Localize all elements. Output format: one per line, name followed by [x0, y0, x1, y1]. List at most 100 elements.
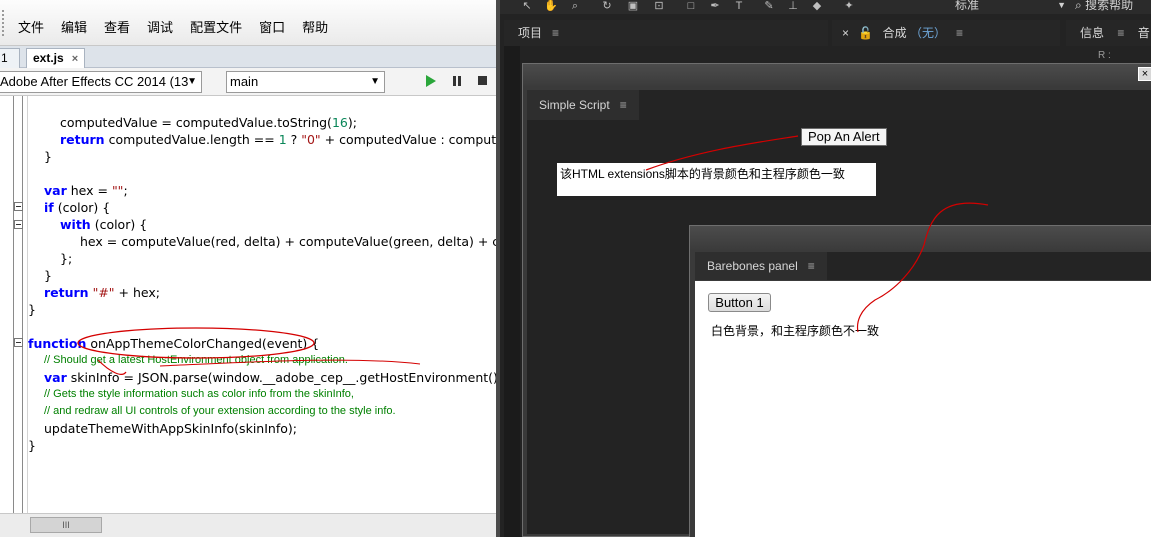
panel-menu-icon[interactable]: ≡: [956, 26, 963, 40]
code-text: return "#" + hex;: [44, 285, 160, 300]
window-titlebar[interactable]: [690, 226, 1151, 250]
menu-file[interactable]: 文件: [18, 17, 44, 36]
target-app-select[interactable]: Adobe After Effects CC 2014 (13 ▼: [0, 71, 202, 93]
code-text: };: [60, 251, 73, 266]
pause-icon[interactable]: [450, 74, 464, 88]
search-help[interactable]: ⌕ 搜索帮助: [1075, 0, 1151, 14]
code-line: }: [28, 437, 36, 454]
ae-panel-headers: 项目 ≡ × 🔓 合成 （无） ≡ 信息 ≡ 音: [500, 20, 1151, 46]
document-tab-bar: 1 ext.js ×: [0, 46, 496, 68]
panel-menu-icon[interactable]: ≡: [620, 98, 627, 112]
scrollbar-thumb[interactable]: III: [30, 517, 102, 533]
fold-line: [13, 96, 23, 517]
horizontal-scrollbar[interactable]: III: [0, 513, 496, 537]
clone-stamp-tool-icon[interactable]: ⊥: [786, 0, 800, 12]
menu-profile[interactable]: 配置文件: [190, 17, 242, 36]
menu-window[interactable]: 窗口: [259, 17, 285, 36]
lock-icon[interactable]: 🔓: [858, 26, 873, 40]
close-icon[interactable]: ×: [1138, 67, 1151, 81]
button-1[interactable]: Button 1: [708, 293, 771, 312]
fold-toggle-icon[interactable]: [14, 220, 23, 229]
toolbar-grip[interactable]: [2, 10, 6, 36]
pan-behind-tool-icon[interactable]: ⊡: [652, 0, 666, 12]
code-text: var skinInfo = JSON.parse(window.__adobe…: [44, 370, 496, 385]
code-line: var hex = "";: [44, 182, 128, 199]
tab-untitled[interactable]: 1: [0, 48, 20, 68]
collapsed-panel-strip: [504, 46, 520, 537]
code-text: return computedValue.length == 1 ? "0" +…: [60, 132, 496, 147]
menu-help[interactable]: 帮助: [302, 17, 328, 36]
panel-menu-icon[interactable]: ≡: [808, 259, 815, 273]
simple-script-tab-bar: Simple Script ≡: [527, 90, 1151, 120]
code-text: // and redraw all UI controls of your ex…: [44, 405, 396, 417]
panel-menu-icon[interactable]: ≡: [552, 26, 559, 40]
menu-debug[interactable]: 调试: [147, 17, 173, 36]
code-text: }: [28, 302, 36, 317]
tab-barebones-panel[interactable]: Barebones panel ≡: [695, 252, 827, 280]
code-text: }: [44, 149, 52, 164]
audio-tab-label[interactable]: 音: [1138, 26, 1150, 40]
tab-info[interactable]: 信息 ≡ 音: [1066, 20, 1151, 46]
close-icon[interactable]: ×: [72, 53, 78, 65]
code-line: function onAppThemeColorChanged(event) {: [28, 335, 319, 352]
fold-toggle-icon[interactable]: [14, 202, 23, 211]
close-icon[interactable]: ×: [842, 26, 849, 40]
info-readout: R :: [1098, 50, 1111, 61]
menu-bar: 文件 编辑 查看 调试 配置文件 窗口 帮助: [0, 0, 496, 46]
workspace-value: 标准: [955, 0, 980, 12]
tab-ext-js[interactable]: ext.js ×: [26, 48, 86, 68]
run-icon[interactable]: [424, 74, 438, 88]
barebones-window: Barebones panel ≡ Button 1 白色背景，和主程序颜色不一致: [689, 225, 1151, 537]
code-line: return computedValue.length == 1 ? "0" +…: [60, 131, 496, 148]
fold-toggle-icon[interactable]: [14, 338, 23, 347]
zoom-tool-icon[interactable]: ⌕: [568, 0, 582, 12]
type-tool-icon[interactable]: T: [732, 0, 746, 12]
code-line: updateThemeWithAppSkinInfo(skinInfo);: [44, 420, 297, 437]
code-comment: // Gets the style information such as co…: [44, 386, 354, 403]
tab-project[interactable]: 项目 ≡: [504, 20, 828, 46]
debug-toolbar: Adobe After Effects CC 2014 (13 ▼ main ▼: [0, 68, 496, 96]
pen-tool-icon[interactable]: ✒: [708, 0, 722, 12]
comp-value: （无）: [910, 26, 947, 40]
code-text: hex = computeValue(red, delta) + compute…: [80, 234, 496, 249]
menu-edit[interactable]: 编辑: [61, 17, 87, 36]
chevron-down-icon: ▼: [187, 76, 197, 87]
eraser-tool-icon[interactable]: ◆: [810, 0, 824, 12]
ae-tools-bar: ↖ ✋ ⌕ ↻ ▣ ⊡ □ ✒ T ✎ ⊥ ◆ ✦ 标准 ▼ ⌕ 搜索帮助: [500, 0, 1151, 14]
code-text: computedValue = computedValue.toString(1…: [60, 115, 357, 130]
code-text: }: [44, 268, 52, 283]
after-effects-window: ↖ ✋ ⌕ ↻ ▣ ⊡ □ ✒ T ✎ ⊥ ◆ ✦ 标准 ▼ ⌕ 搜索帮助 项目…: [496, 0, 1151, 537]
code-line: return "#" + hex;: [44, 284, 160, 301]
info-label: 信息: [1080, 26, 1105, 40]
stop-icon[interactable]: [476, 74, 490, 88]
tab-label: 1: [1, 51, 8, 65]
tab-label: ext.js: [33, 51, 64, 65]
puppet-tool-icon[interactable]: ✦: [842, 0, 856, 12]
workspace-select[interactable]: 标准 ▼: [949, 0, 1070, 14]
code-text: // Should get a latest HostEnvironment o…: [44, 354, 348, 366]
project-label: 项目: [518, 26, 543, 40]
menu-items: 文件 编辑 查看 调试 配置文件 窗口 帮助: [18, 17, 345, 36]
panel-menu-icon[interactable]: ≡: [1117, 26, 1124, 40]
code-comment: // and redraw all UI controls of your ex…: [44, 403, 396, 420]
code-line: if (color) {: [44, 199, 110, 216]
simple-script-note: 该HTML extensions脚本的背景颜色和主程序颜色一致: [557, 163, 876, 196]
pop-alert-button[interactable]: Pop An Alert: [801, 128, 887, 146]
window-titlebar[interactable]: ×: [523, 64, 1151, 86]
camera-tool-icon[interactable]: ▣: [626, 0, 640, 12]
brush-tool-icon[interactable]: ✎: [762, 0, 776, 12]
code-area[interactable]: computedValue = computedValue.toString(1…: [28, 96, 496, 517]
code-line: with (color) {: [60, 216, 147, 233]
code-line: }: [28, 301, 36, 318]
tab-simple-script[interactable]: Simple Script ≡: [527, 90, 639, 120]
rotate-tool-icon[interactable]: ↻: [600, 0, 614, 12]
screen: 文件 编辑 查看 调试 配置文件 窗口 帮助 1 ext.js × Adobe A…: [0, 0, 1151, 537]
code-line: };: [60, 250, 72, 267]
menu-view[interactable]: 查看: [104, 17, 130, 36]
hand-tool-icon[interactable]: ✋: [544, 0, 558, 12]
shape-tool-icon[interactable]: □: [684, 0, 698, 12]
tab-composition[interactable]: × 🔓 合成 （无） ≡: [832, 20, 1060, 46]
code-text: // Gets the style information such as co…: [44, 388, 354, 400]
selection-tool-icon[interactable]: ↖: [520, 0, 534, 12]
engine-select[interactable]: main ▼: [226, 71, 385, 93]
